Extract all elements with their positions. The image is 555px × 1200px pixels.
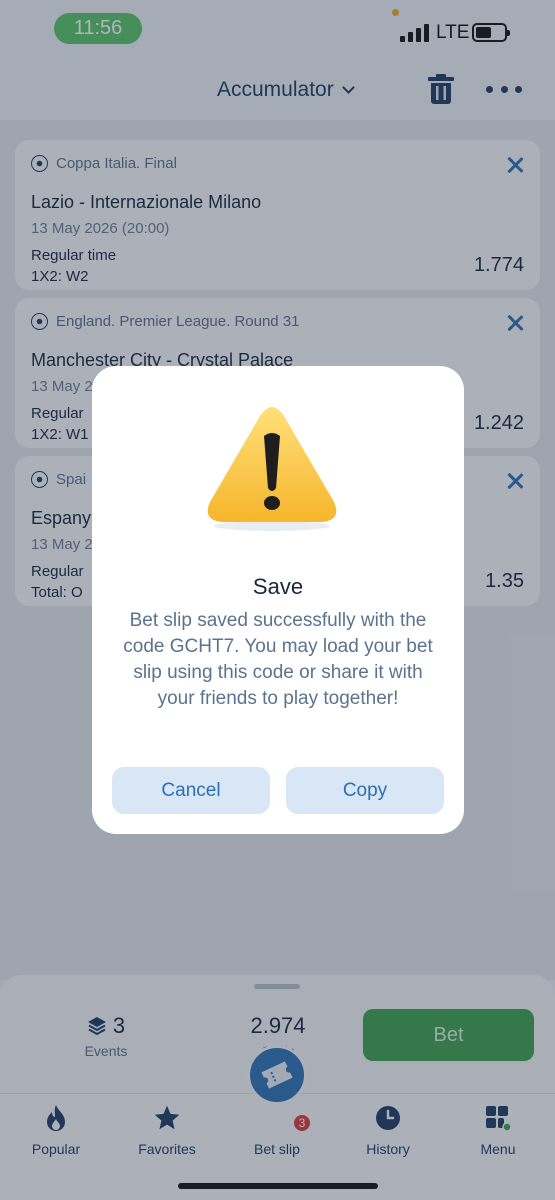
warning-icon	[207, 407, 337, 531]
dialog-message: Bet slip saved successfully with the cod…	[123, 610, 433, 709]
copy-button[interactable]: Copy	[286, 767, 444, 814]
cancel-button[interactable]: Cancel	[112, 767, 270, 814]
dialog-title: Save	[252, 574, 304, 599]
save-dialog: Save Bet slip saved successfully with th…	[92, 366, 464, 834]
